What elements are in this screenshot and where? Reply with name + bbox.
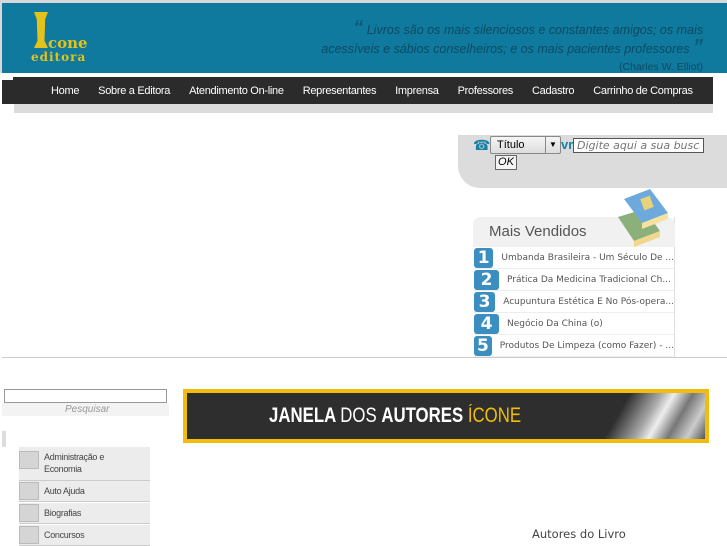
category-label[interactable]: Concursos (44, 530, 85, 540)
category-item[interactable]: Auto Ajuda (19, 481, 150, 502)
mais-vendidos-title: Mais Vendidos (489, 223, 587, 240)
bestseller-title[interactable]: Negócio Da China (o) (507, 319, 603, 329)
bestseller-item[interactable]: 3 Acupuntura Estética E No Pós-opera... (474, 291, 674, 313)
open-quote-icon: “ (353, 17, 364, 39)
divider (2, 357, 727, 358)
banner-word: JANELA (269, 404, 341, 427)
category-label[interactable]: Administração e Economia (44, 451, 124, 475)
open-book-image (605, 393, 705, 439)
partial-text: vr (561, 137, 574, 152)
banner-text: JANELA DOS AUTORES ÍCONE (269, 404, 521, 428)
quote-author: (Charles W. Elliot) (618, 61, 703, 73)
bestseller-title[interactable]: Acupuntura Estética E No Pós-opera... (503, 297, 674, 307)
nav-professores[interactable]: Professores (458, 85, 514, 97)
rank-badge: 2 (474, 269, 499, 290)
books-icon (618, 189, 668, 247)
search-ok-button[interactable]: OK (495, 155, 517, 170)
banner-inner: JANELA DOS AUTORES ÍCONE (187, 393, 705, 439)
book-icon (19, 504, 39, 522)
quote-text: Livros são os mais silenciosos e constan… (321, 23, 703, 56)
janela-autores-banner[interactable]: JANELA DOS AUTORES ÍCONE (183, 389, 709, 443)
banner-word: ÍCONE (467, 404, 522, 427)
search-type-select[interactable]: Título ▼ (490, 136, 561, 154)
sidebar-search-input[interactable] (4, 389, 167, 403)
nav-representantes[interactable]: Representantes (303, 85, 377, 97)
nav-home[interactable]: Home (51, 85, 79, 97)
rank-badge: 4 (474, 313, 499, 334)
sidebar-edge (2, 431, 6, 447)
category-item[interactable]: Biografias (19, 503, 150, 524)
autores-label: Autores do Livro (532, 527, 626, 541)
nav-underline (14, 104, 713, 113)
header-quote: “ Livros são os mais silenciosos e const… (293, 17, 703, 76)
nav-atendimento[interactable]: Atendimento On-line (189, 85, 284, 97)
nav-edge (2, 80, 13, 104)
bestseller-title[interactable]: Produtos De Limpeza (como Fazer) - ... (500, 341, 674, 351)
bestseller-item[interactable]: 2 Prática Da Medicina Tradicional Ch... (474, 269, 674, 291)
select-value: Título (497, 139, 525, 151)
pesquisar-button[interactable]: Pesquisar (65, 404, 109, 415)
rank-badge: 1 (474, 247, 494, 268)
banner-word: AUTORES (381, 404, 468, 427)
category-label[interactable]: Auto Ajuda (44, 486, 85, 496)
nav-sobre[interactable]: Sobre a Editora (98, 85, 170, 97)
bestseller-item[interactable]: 4 Negócio Da China (o) (474, 313, 674, 335)
book-icon (19, 526, 39, 544)
nav-carrinho[interactable]: Carrinho de Compras (593, 85, 693, 97)
close-quote-icon: ” (693, 36, 703, 58)
category-item[interactable]: Administração e Economia (19, 447, 150, 481)
chevron-down-icon[interactable]: ▼ (545, 137, 560, 153)
bestseller-title[interactable]: Umbanda Brasileira - Um Século De ... (501, 253, 674, 263)
bestseller-item[interactable]: 1 Umbanda Brasileira - Um Século De ... (474, 247, 674, 269)
book-icon (19, 451, 39, 469)
category-label[interactable]: Biografias (44, 508, 81, 518)
main-nav: Home Sobre a Editora Atendimento On-line… (13, 77, 713, 104)
bestseller-item[interactable]: 5 Produtos De Limpeza (como Fazer) - ... (474, 335, 674, 357)
rank-badge: 3 (474, 291, 496, 312)
book-icon (19, 482, 39, 500)
bestseller-title[interactable]: Prática Da Medicina Tradicional Ch... (507, 275, 671, 285)
nav-imprensa[interactable]: Imprensa (395, 85, 439, 97)
phone-icon: ☎ (473, 137, 491, 153)
rank-badge: 5 (474, 335, 492, 356)
banner-word: DOS (340, 404, 382, 427)
search-input[interactable] (573, 138, 704, 153)
category-item[interactable]: Concursos (19, 525, 150, 546)
nav-cadastro[interactable]: Cadastro (532, 85, 575, 97)
logo-subtext[interactable]: editora (31, 50, 86, 64)
